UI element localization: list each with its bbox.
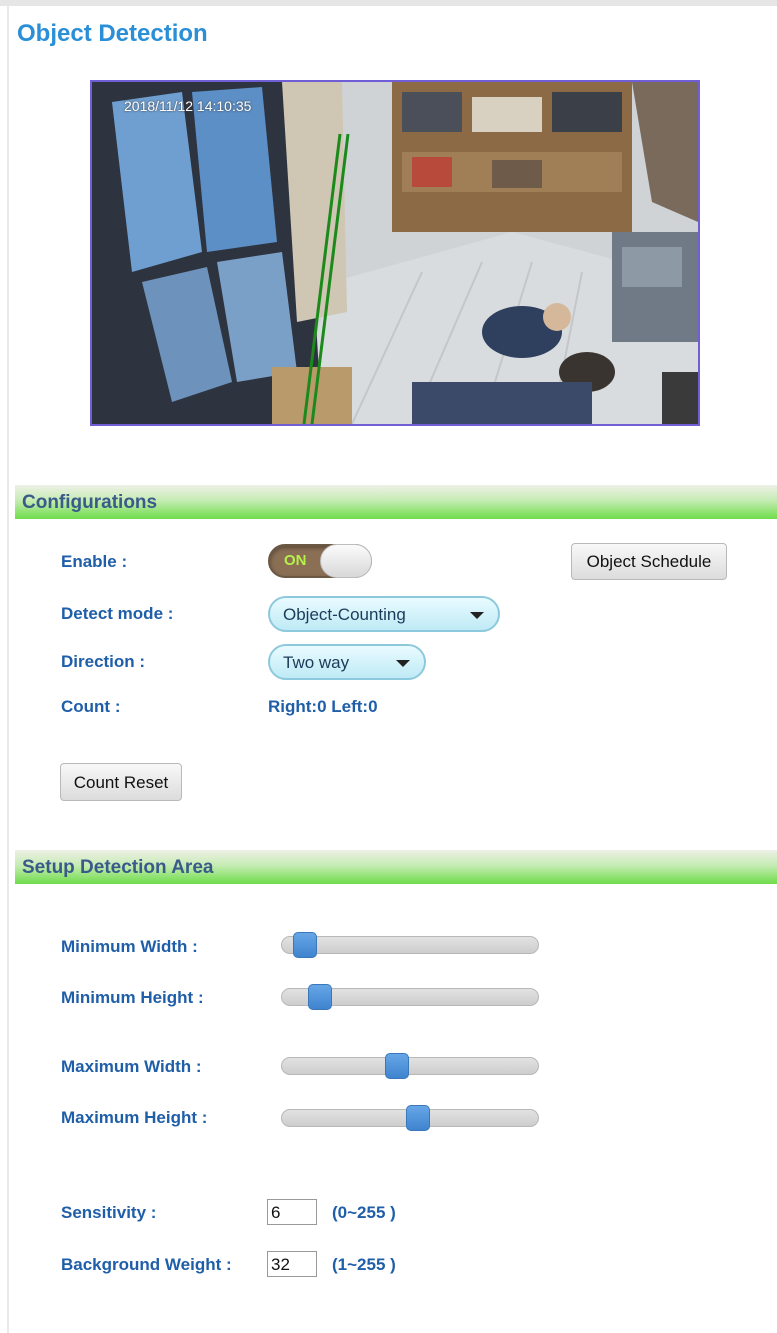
- detect-mode-select[interactable]: Object-Counting: [268, 596, 500, 632]
- page-title: Object Detection: [17, 20, 208, 47]
- camera-scene: [92, 82, 698, 424]
- toggle-knob[interactable]: [320, 544, 372, 578]
- top-border: [0, 0, 777, 6]
- min-height-slider[interactable]: [281, 984, 539, 1010]
- direction-value: Two way: [283, 653, 350, 672]
- min-height-slider-thumb[interactable]: [308, 984, 333, 1010]
- max-height-slider-thumb[interactable]: [405, 1105, 430, 1131]
- min-width-slider[interactable]: [281, 932, 539, 958]
- min-height-label: Minimum Height :: [61, 988, 204, 1007]
- min-width-label: Minimum Width :: [61, 937, 198, 956]
- left-border: [0, 6, 9, 1333]
- count-label: Count :: [61, 697, 121, 716]
- detect-mode-value: Object-Counting: [283, 605, 406, 624]
- max-height-label: Maximum Height :: [61, 1108, 208, 1127]
- enable-toggle-state: ON: [284, 552, 307, 569]
- sensitivity-label: Sensitivity :: [61, 1203, 157, 1222]
- enable-label: Enable :: [61, 552, 128, 571]
- background-weight-range: (1~255 ): [332, 1255, 396, 1274]
- direction-select[interactable]: Two way: [268, 644, 426, 680]
- background-weight-label: Background Weight :: [61, 1255, 232, 1274]
- configurations-header: Configurations: [15, 485, 777, 519]
- max-width-slider-thumb[interactable]: [385, 1053, 410, 1079]
- count-value: Right:0 Left:0: [268, 697, 378, 716]
- max-height-slider[interactable]: [281, 1105, 539, 1131]
- object-schedule-button[interactable]: Object Schedule: [571, 543, 727, 580]
- sensitivity-input[interactable]: [267, 1199, 317, 1225]
- sensitivity-range: (0~255 ): [332, 1203, 396, 1222]
- max-width-label: Maximum Width :: [61, 1057, 202, 1076]
- chevron-down-icon: [396, 660, 410, 667]
- count-reset-button[interactable]: Count Reset: [60, 763, 182, 801]
- detection-area-header: Setup Detection Area: [15, 850, 777, 884]
- chevron-down-icon: [470, 612, 484, 619]
- camera-timestamp: 2018/11/12 14:10:35: [124, 98, 252, 114]
- max-width-slider[interactable]: [281, 1053, 539, 1079]
- min-width-slider-thumb[interactable]: [293, 932, 318, 958]
- background-weight-input[interactable]: [267, 1251, 317, 1277]
- direction-label: Direction :: [61, 652, 146, 671]
- camera-view: 2018/11/12 14:10:35: [90, 80, 700, 426]
- enable-toggle[interactable]: ON: [268, 544, 372, 578]
- detect-mode-label: Detect mode :: [61, 604, 174, 623]
